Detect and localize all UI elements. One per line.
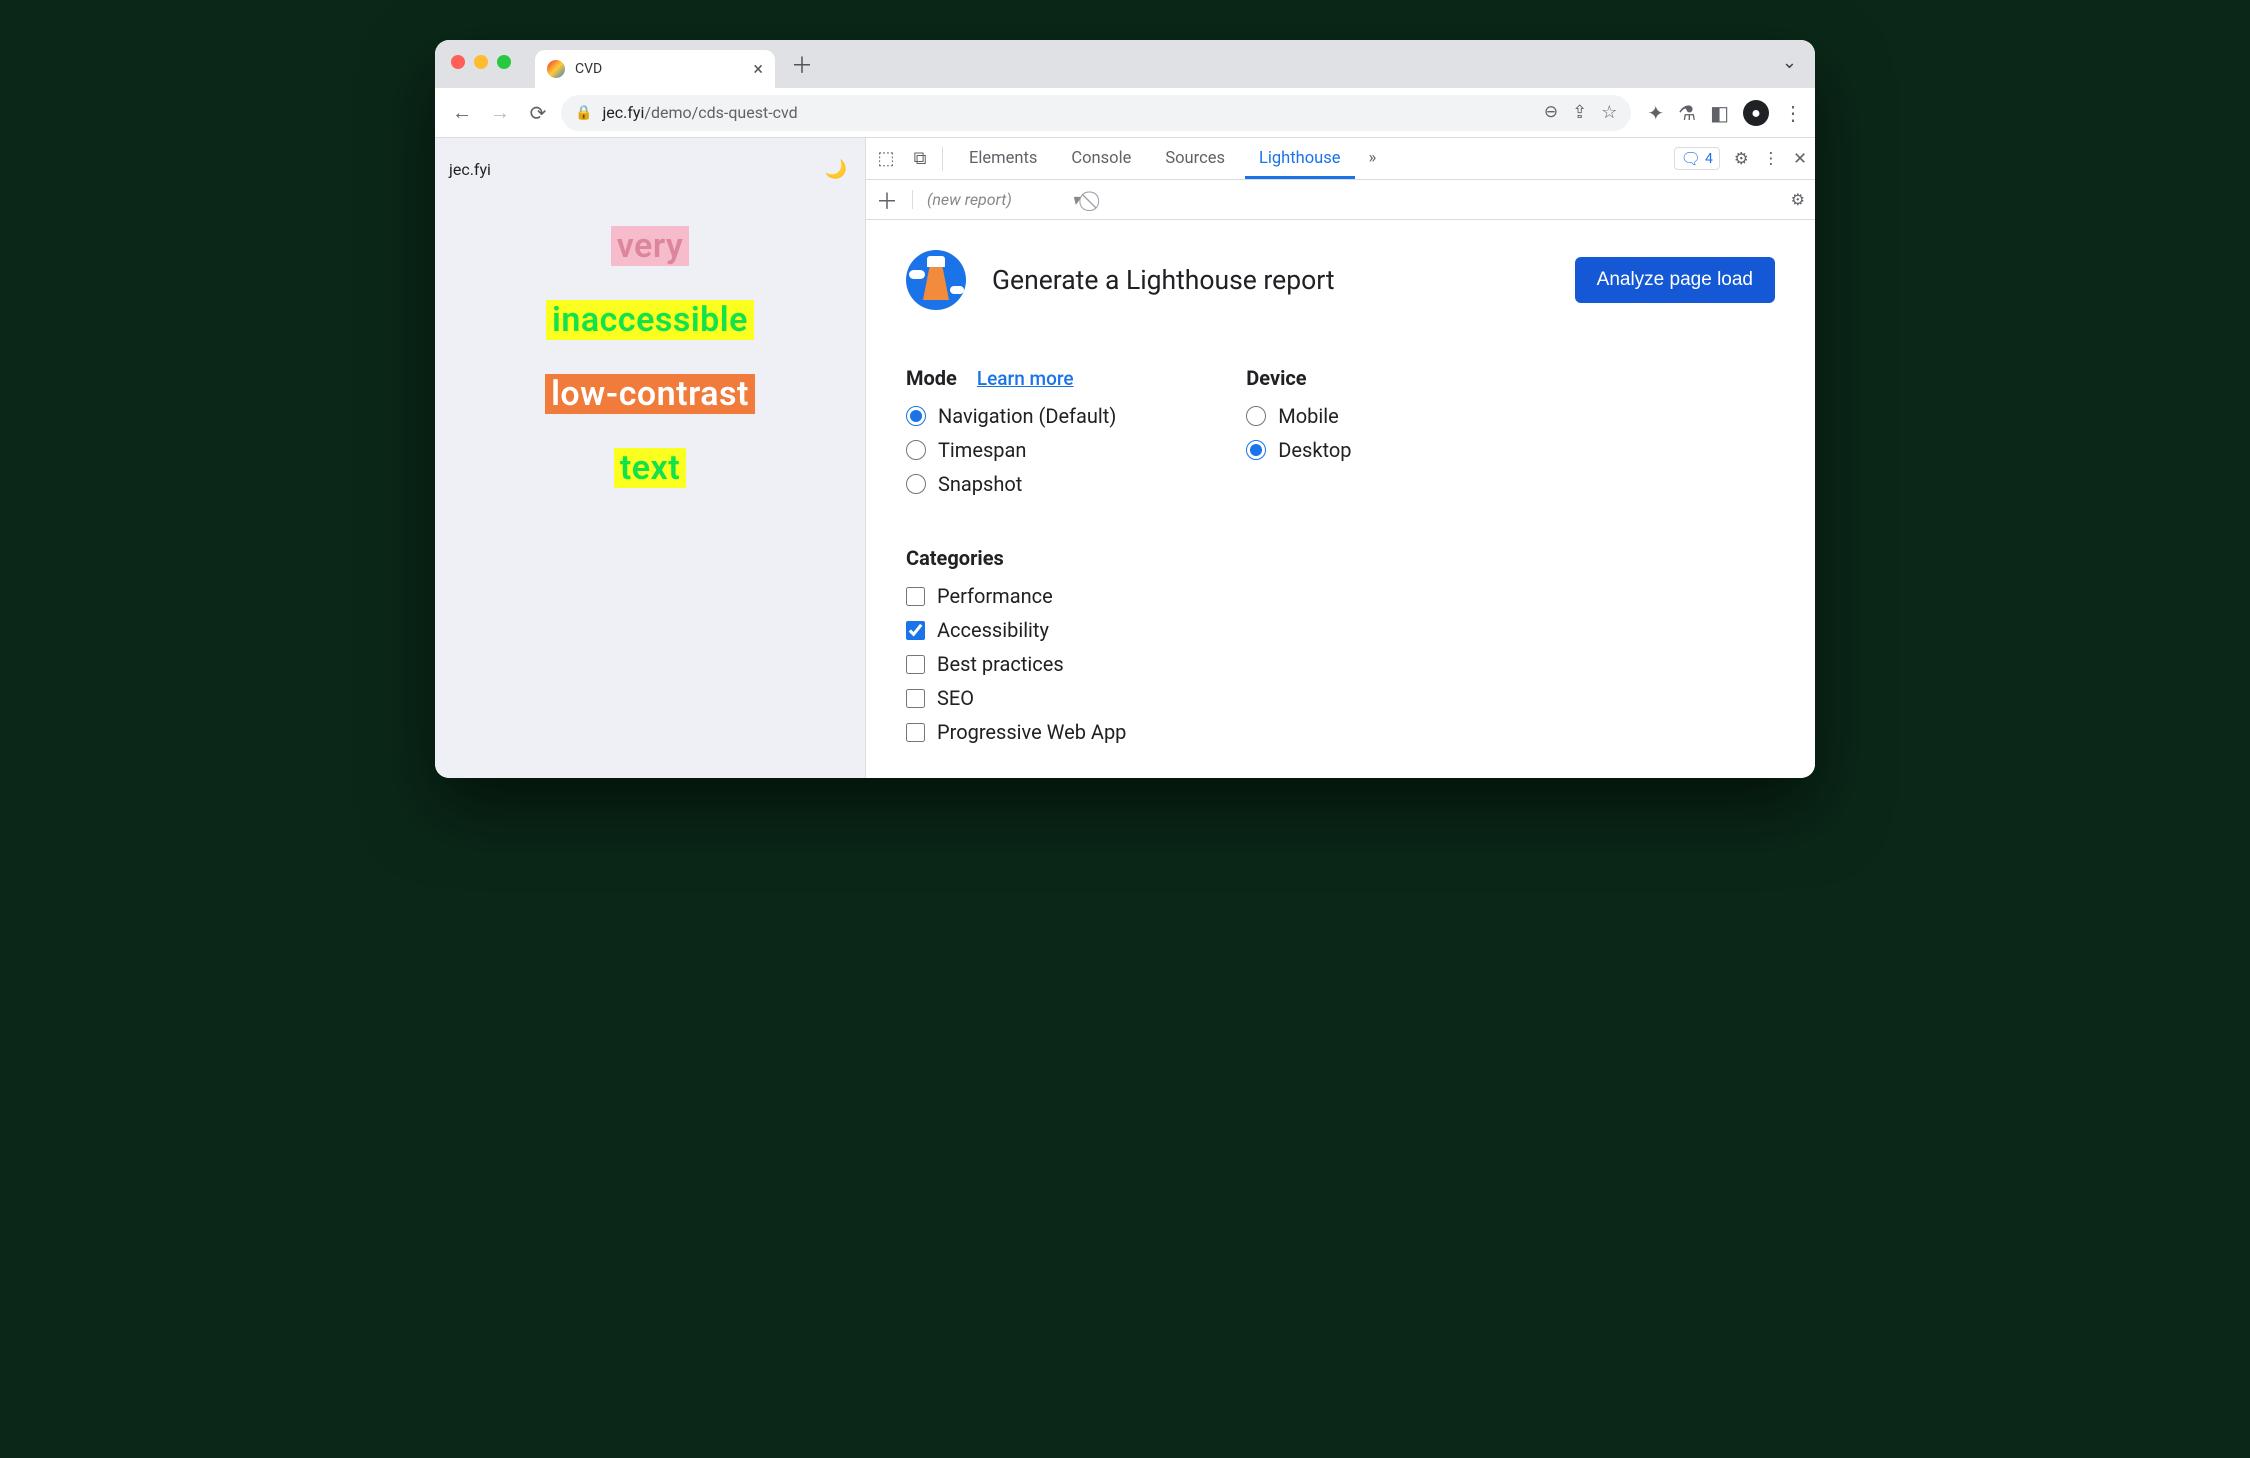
tabs-overflow-button[interactable]: ⌄ (1782, 52, 1797, 73)
demo-word-3: low-contrast (545, 374, 755, 414)
categories-heading: Categories (906, 546, 1004, 570)
url-actions: ⊖ ⇪ ☆ (1544, 102, 1617, 123)
window-controls (451, 55, 511, 69)
bookmark-star-icon[interactable]: ☆ (1601, 102, 1617, 123)
report-selector[interactable]: (new report) ▾ (912, 190, 1080, 209)
category-checkbox-accessibility[interactable] (906, 621, 925, 640)
category-option-accessibility[interactable]: Accessibility (906, 618, 1775, 642)
device-radio-mobile[interactable] (1246, 406, 1266, 426)
mode-radio-navigation[interactable] (906, 406, 926, 426)
device-option-mobile[interactable]: Mobile (1246, 404, 1351, 428)
dropdown-caret-icon: ▾ (1072, 190, 1080, 209)
device-radio-desktop[interactable] (1246, 440, 1266, 460)
mode-option-snapshot[interactable]: Snapshot (906, 472, 1116, 496)
share-icon[interactable]: ⇪ (1572, 102, 1587, 123)
devtools-panel: ⬚ ⧉ Elements Console Sources Lighthouse … (865, 138, 1815, 778)
tab-console[interactable]: Console (1057, 138, 1145, 179)
mode-heading: Mode (906, 366, 957, 390)
page-brand: jec.fyi (449, 160, 491, 179)
categories-group: Categories Performance Accessibility Bes… (906, 546, 1775, 754)
demo-text: very inaccessible low-contrast text (449, 226, 851, 488)
category-option-performance[interactable]: Performance (906, 584, 1775, 608)
lighthouse-title: Generate a Lighthouse report (992, 265, 1335, 296)
theme-toggle-button[interactable]: 🌙 (821, 154, 851, 184)
browser-menu-button[interactable]: ⋮ (1783, 101, 1803, 125)
address-bar[interactable]: 🔒 jec.fyi/demo/cds-quest-cvd ⊖ ⇪ ☆ (561, 95, 1631, 131)
devtools-menu-button[interactable]: ⋮ (1763, 149, 1780, 169)
report-selector-label: (new report) (927, 190, 1012, 209)
category-checkbox-pwa[interactable] (906, 723, 925, 742)
profile-avatar[interactable]: ● (1743, 100, 1769, 126)
lock-icon: 🔒 (575, 105, 592, 121)
mode-group: Mode Learn more Navigation (Default) Tim… (906, 366, 1116, 506)
analyze-page-load-button[interactable]: Analyze page load (1575, 257, 1775, 303)
devtools-settings-icon[interactable]: ⚙ (1734, 149, 1749, 169)
tab-sources[interactable]: Sources (1151, 138, 1239, 179)
browser-tab[interactable]: CVD × (535, 50, 775, 88)
category-checkbox-performance[interactable] (906, 587, 925, 606)
demo-word-2: inaccessible (546, 300, 754, 340)
devtools-tabbar: ⬚ ⧉ Elements Console Sources Lighthouse … (866, 138, 1815, 180)
titlebar: CVD × ＋ ⌄ (435, 40, 1815, 88)
tab-strip: CVD × ＋ (535, 40, 813, 88)
tab-title: CVD (575, 61, 602, 77)
issues-icon: 🗨 (1681, 149, 1701, 168)
window-close-button[interactable] (451, 55, 465, 69)
demo-word-4: text (614, 448, 686, 488)
issues-badge[interactable]: 🗨 4 (1674, 147, 1720, 170)
new-audit-button[interactable]: ＋ (876, 184, 898, 216)
device-toolbar-icon[interactable]: ⧉ (908, 147, 932, 171)
window-minimize-button[interactable] (474, 55, 488, 69)
lighthouse-logo (906, 250, 966, 310)
category-option-pwa[interactable]: Progressive Web App (906, 720, 1775, 744)
mode-option-timespan[interactable]: Timespan (906, 438, 1116, 462)
category-option-best-practices[interactable]: Best practices (906, 652, 1775, 676)
browser-toolbar: ← → ⟳ 🔒 jec.fyi/demo/cds-quest-cvd ⊖ ⇪ ☆… (435, 88, 1815, 138)
reload-button[interactable]: ⟳ (523, 98, 553, 128)
inspect-element-icon[interactable]: ⬚ (874, 147, 898, 171)
lighthouse-settings-icon[interactable]: ⚙ (1791, 190, 1805, 209)
url-path: /demo/cds-quest-cvd (644, 103, 797, 122)
mode-radio-snapshot[interactable] (906, 474, 926, 494)
tab-elements[interactable]: Elements (955, 138, 1051, 179)
more-tabs-button[interactable]: » (1361, 149, 1385, 168)
tab-favicon (547, 60, 565, 78)
zoom-out-icon[interactable]: ⊖ (1544, 102, 1558, 123)
category-checkbox-best-practices[interactable] (906, 655, 925, 674)
side-panel-icon[interactable]: ◧ (1710, 101, 1729, 125)
new-tab-button[interactable]: ＋ (791, 48, 813, 80)
device-heading: Device (1246, 366, 1306, 390)
mode-option-navigation[interactable]: Navigation (Default) (906, 404, 1116, 428)
devtools-close-button[interactable]: ✕ (1793, 149, 1807, 169)
labs-icon[interactable]: ⚗ (1678, 101, 1696, 125)
window-maximize-button[interactable] (497, 55, 511, 69)
tab-close-button[interactable]: × (753, 59, 763, 80)
url-host: jec.fyi (602, 103, 644, 122)
forward-button[interactable]: → (485, 98, 515, 128)
device-option-desktop[interactable]: Desktop (1246, 438, 1351, 462)
browser-window: CVD × ＋ ⌄ ← → ⟳ 🔒 jec.fyi/demo/cds-quest… (435, 40, 1815, 778)
page-content: jec.fyi 🌙 very inaccessible low-contrast… (435, 138, 865, 778)
issues-count: 4 (1705, 151, 1713, 167)
demo-word-1: very (611, 226, 690, 266)
device-group: Device Mobile Desktop (1246, 366, 1351, 506)
extensions-icon[interactable]: ✦ (1647, 101, 1664, 125)
category-option-seo[interactable]: SEO (906, 686, 1775, 710)
mode-radio-timespan[interactable] (906, 440, 926, 460)
category-checkbox-seo[interactable] (906, 689, 925, 708)
lighthouse-body: Generate a Lighthouse report Analyze pag… (866, 220, 1815, 774)
learn-more-link[interactable]: Learn more (977, 367, 1074, 390)
back-button[interactable]: ← (447, 98, 477, 128)
tab-lighthouse[interactable]: Lighthouse (1245, 138, 1355, 179)
lighthouse-toolbar: ＋ (new report) ▾ ⃠ ⚙ (866, 180, 1815, 220)
